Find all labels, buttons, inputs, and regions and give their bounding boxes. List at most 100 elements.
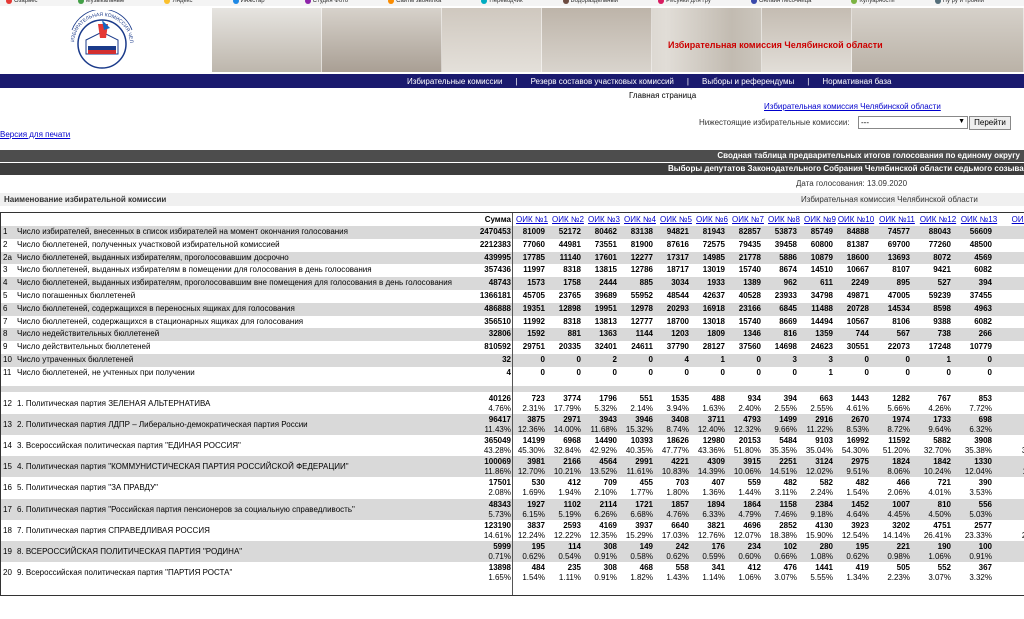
column-header-link[interactable]: ОИК №3	[585, 214, 623, 226]
go-button[interactable]: Перейти	[969, 116, 1011, 130]
row-value: 19	[997, 341, 1024, 354]
row-value: 1592	[527, 329, 545, 339]
bookmark-item[interactable]: Музыкальные	[77, 0, 124, 4]
bookmark-item[interactable]: Яндекс	[164, 0, 193, 4]
party-percent: 8.72%	[887, 424, 910, 434]
party-percent: 11.22%	[806, 424, 833, 434]
row-value: 0	[720, 367, 725, 377]
row-value: 37790	[666, 342, 689, 352]
party-percent: 47.77%	[661, 446, 689, 455]
bookmark-item[interactable]: Инжстар	[232, 0, 265, 4]
party-percent: 10.21%	[553, 467, 581, 477]
row-value: 10567	[846, 316, 869, 326]
bookmark-item[interactable]: Ну ру и тронии	[934, 0, 984, 4]
row-value: 73551	[594, 239, 617, 249]
party-percent: 1.54%	[846, 488, 869, 498]
bookmark-item[interactable]: Водораздельный	[562, 0, 618, 4]
bookmark-item[interactable]: Кулуарности	[851, 0, 895, 4]
party-percent: 1.14%	[702, 573, 725, 583]
party-percent: 0.62%	[666, 552, 689, 561]
party-votes: 4130	[815, 520, 833, 530]
party-percent: 1.80%	[666, 488, 689, 498]
party-percent: 0.66%	[774, 552, 797, 561]
bookmark-item[interactable]: Студия Фото	[304, 0, 348, 4]
column-header-link[interactable]: ОИК №10	[837, 214, 875, 226]
nav-commissions[interactable]: Избирательные комиссии	[407, 77, 502, 86]
party-percent: 4.01%	[928, 488, 951, 498]
party-name: 8. ВСЕРОССИЙСКАЯ ПОЛИТИЧЕСКАЯ ПАРТИЯ "РО…	[17, 547, 243, 556]
party-votes: 3821	[707, 520, 725, 530]
breadcrumb-home[interactable]: Главная страница	[629, 91, 696, 100]
row-label: Число недействительных бюллетеней	[17, 329, 160, 339]
party-percent: 5.55%	[810, 573, 833, 583]
party-percent: 43.36%	[697, 446, 725, 455]
party-percent: 3.07%	[928, 573, 951, 583]
row-value: 0	[987, 367, 992, 377]
party-percent: 9.64%	[928, 424, 951, 434]
bookmark-item[interactable]: Рисунки для гру	[658, 0, 711, 4]
column-header-link[interactable]: ОИК №6	[693, 214, 731, 226]
party-votes: 234	[747, 542, 761, 551]
party-percent: 1.94%	[558, 488, 581, 498]
nav-reserve[interactable]: Резерв составов участковых комиссий	[531, 77, 674, 86]
nav-normative[interactable]: Нормативная база	[822, 77, 891, 86]
row-value: 77060	[522, 239, 545, 249]
party-percent: 12.07%	[733, 530, 761, 540]
column-header-link[interactable]: ОИК №1	[513, 214, 551, 226]
party-percent: 0.54%	[558, 552, 581, 561]
party-votes: 703	[675, 478, 689, 488]
party-percent: 5.19%	[558, 509, 581, 519]
party-percent: 2.55%	[810, 403, 833, 413]
nav-elections[interactable]: Выборы и референдумы	[702, 77, 794, 86]
column-header-link[interactable]: ОИК №13	[960, 214, 998, 226]
row-value: 1346	[743, 329, 761, 339]
party-percent: 4.45%	[887, 509, 910, 519]
row-value: 23166	[738, 303, 761, 313]
row-sum: 356510	[484, 316, 511, 326]
party-percent: 32.70%	[923, 446, 951, 455]
row-value: 79435	[738, 239, 761, 249]
column-header-link[interactable]: ОИК №7	[729, 214, 767, 226]
row-value: 87616	[666, 239, 689, 249]
column-header-link[interactable]: ОИК №12	[919, 214, 957, 226]
party-percent: 3.94%	[666, 403, 689, 413]
column-header-link[interactable]: ОИК №5	[657, 214, 695, 226]
bookmark-item[interactable]: Сайты звонилка	[388, 0, 441, 4]
column-header-link[interactable]: ОИК	[1001, 214, 1024, 226]
row-number: 19	[3, 547, 12, 556]
row-number: 8	[3, 329, 8, 339]
row-value: 1933	[707, 278, 725, 288]
bookmark-item[interactable]: Озарьес	[6, 0, 38, 4]
party-percent: 12.22%	[553, 530, 581, 540]
row-value: 0	[684, 367, 689, 377]
party-votes: 3915	[743, 457, 761, 467]
party-votes: 484	[531, 563, 545, 573]
party-votes: 2670	[851, 414, 869, 424]
party-votes: 810	[937, 499, 951, 509]
bookmark-item[interactable]: Переводчик	[481, 0, 523, 4]
party-percent: 39.	[997, 446, 1024, 456]
party-percent: 8.06%	[887, 467, 910, 477]
sub-commissions-select[interactable]: --- ▼	[858, 116, 968, 129]
nav-separator: |	[686, 76, 689, 86]
column-header-link[interactable]: ОИК №9	[801, 214, 839, 226]
party-votes: 1282	[892, 393, 910, 403]
party-percent: 12.54%	[841, 530, 869, 540]
commission-link[interactable]: Избирательная комиссия Челябинской облас…	[764, 102, 941, 111]
column-header-link[interactable]: ОИК №8	[765, 214, 803, 226]
party-votes: 1864	[743, 499, 761, 509]
row-number: 6	[3, 303, 8, 313]
commission-logo[interactable]: ИЗБИРАТЕЛЬНАЯ КОМИССИЯ ЧЕЛЯБИНСКОЙ ОБЛАС…	[60, 4, 142, 72]
party-votes: 767	[937, 393, 951, 403]
print-version-link[interactable]: Версия для печати	[0, 130, 70, 139]
party-percent: 4.79%	[738, 509, 761, 519]
bookmark-icon	[388, 0, 395, 4]
bookmark-label: Озарьес	[14, 0, 38, 4]
column-header-link[interactable]: ОИК №4	[621, 214, 659, 226]
party-votes: 1824	[892, 457, 910, 467]
bookmark-item[interactable]: Онлайн песочница	[750, 0, 811, 4]
row-value: 1573	[527, 278, 545, 288]
column-header-link[interactable]: ОИК №2	[549, 214, 587, 226]
column-header-link[interactable]: ОИК №11	[878, 214, 916, 226]
row-number: 14	[3, 441, 12, 450]
